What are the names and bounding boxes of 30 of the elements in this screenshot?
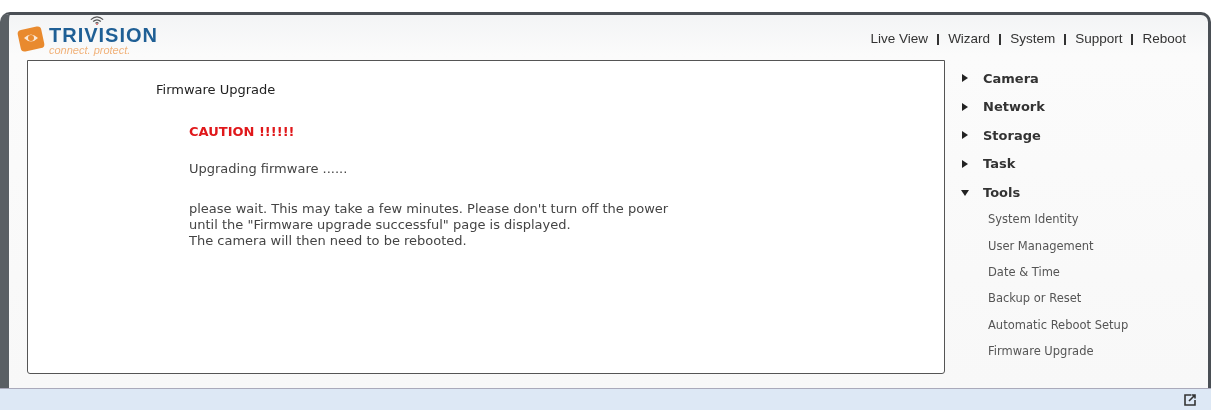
sidebar-subitem[interactable]: Firmware Upgrade xyxy=(988,342,1094,361)
nav-link[interactable]: Reboot xyxy=(1142,29,1186,50)
sidebar-item[interactable]: Task xyxy=(983,154,1016,174)
sidebar-subitem[interactable]: Backup or Reset xyxy=(988,290,1082,308)
nav-link[interactable]: Live View xyxy=(870,29,929,50)
nav-link[interactable]: System xyxy=(1010,29,1056,50)
logo-tagline: connect. protect. xyxy=(49,45,132,56)
export-icon[interactable] xyxy=(1183,392,1197,407)
sidebar-subitem[interactable]: User Management xyxy=(988,237,1094,256)
sidebar-item[interactable]: Camera xyxy=(983,68,1039,89)
caret-right-icon[interactable] xyxy=(961,160,969,169)
sidebar-item[interactable]: Network xyxy=(983,97,1045,117)
sidebar-item[interactable]: Storage xyxy=(983,125,1041,146)
sidebar-subitem[interactable]: System Identity xyxy=(988,211,1079,229)
page-title: Firmware Upgrade xyxy=(156,81,277,99)
sidebar-item[interactable]: Tools xyxy=(983,182,1021,203)
wifi-icon xyxy=(89,15,105,25)
sidebar-subitem[interactable]: Automatic Reboot Setup xyxy=(988,316,1129,334)
caution-text: CAUTION !!!!!! xyxy=(189,122,296,141)
caret-right-icon[interactable] xyxy=(961,74,969,83)
logo-brand: TRIVISION xyxy=(49,24,158,46)
sidebar-subitem[interactable]: Date & Time xyxy=(988,264,1060,282)
logo-icon xyxy=(17,25,45,53)
nav-link[interactable]: Wizard xyxy=(948,29,991,50)
caret-right-icon[interactable] xyxy=(961,102,969,111)
message-text: please wait. This may take a few minutes. Please don't turn off the power until the "Firmware upgrade successful" page is displayed. The camera will then need to be rebooted. xyxy=(189,200,670,249)
caret-right-icon[interactable] xyxy=(961,131,969,140)
caret-down-icon[interactable] xyxy=(961,188,969,197)
status-text: Upgrading firmware ...... xyxy=(189,160,349,178)
nav-link[interactable]: Support xyxy=(1075,29,1123,50)
